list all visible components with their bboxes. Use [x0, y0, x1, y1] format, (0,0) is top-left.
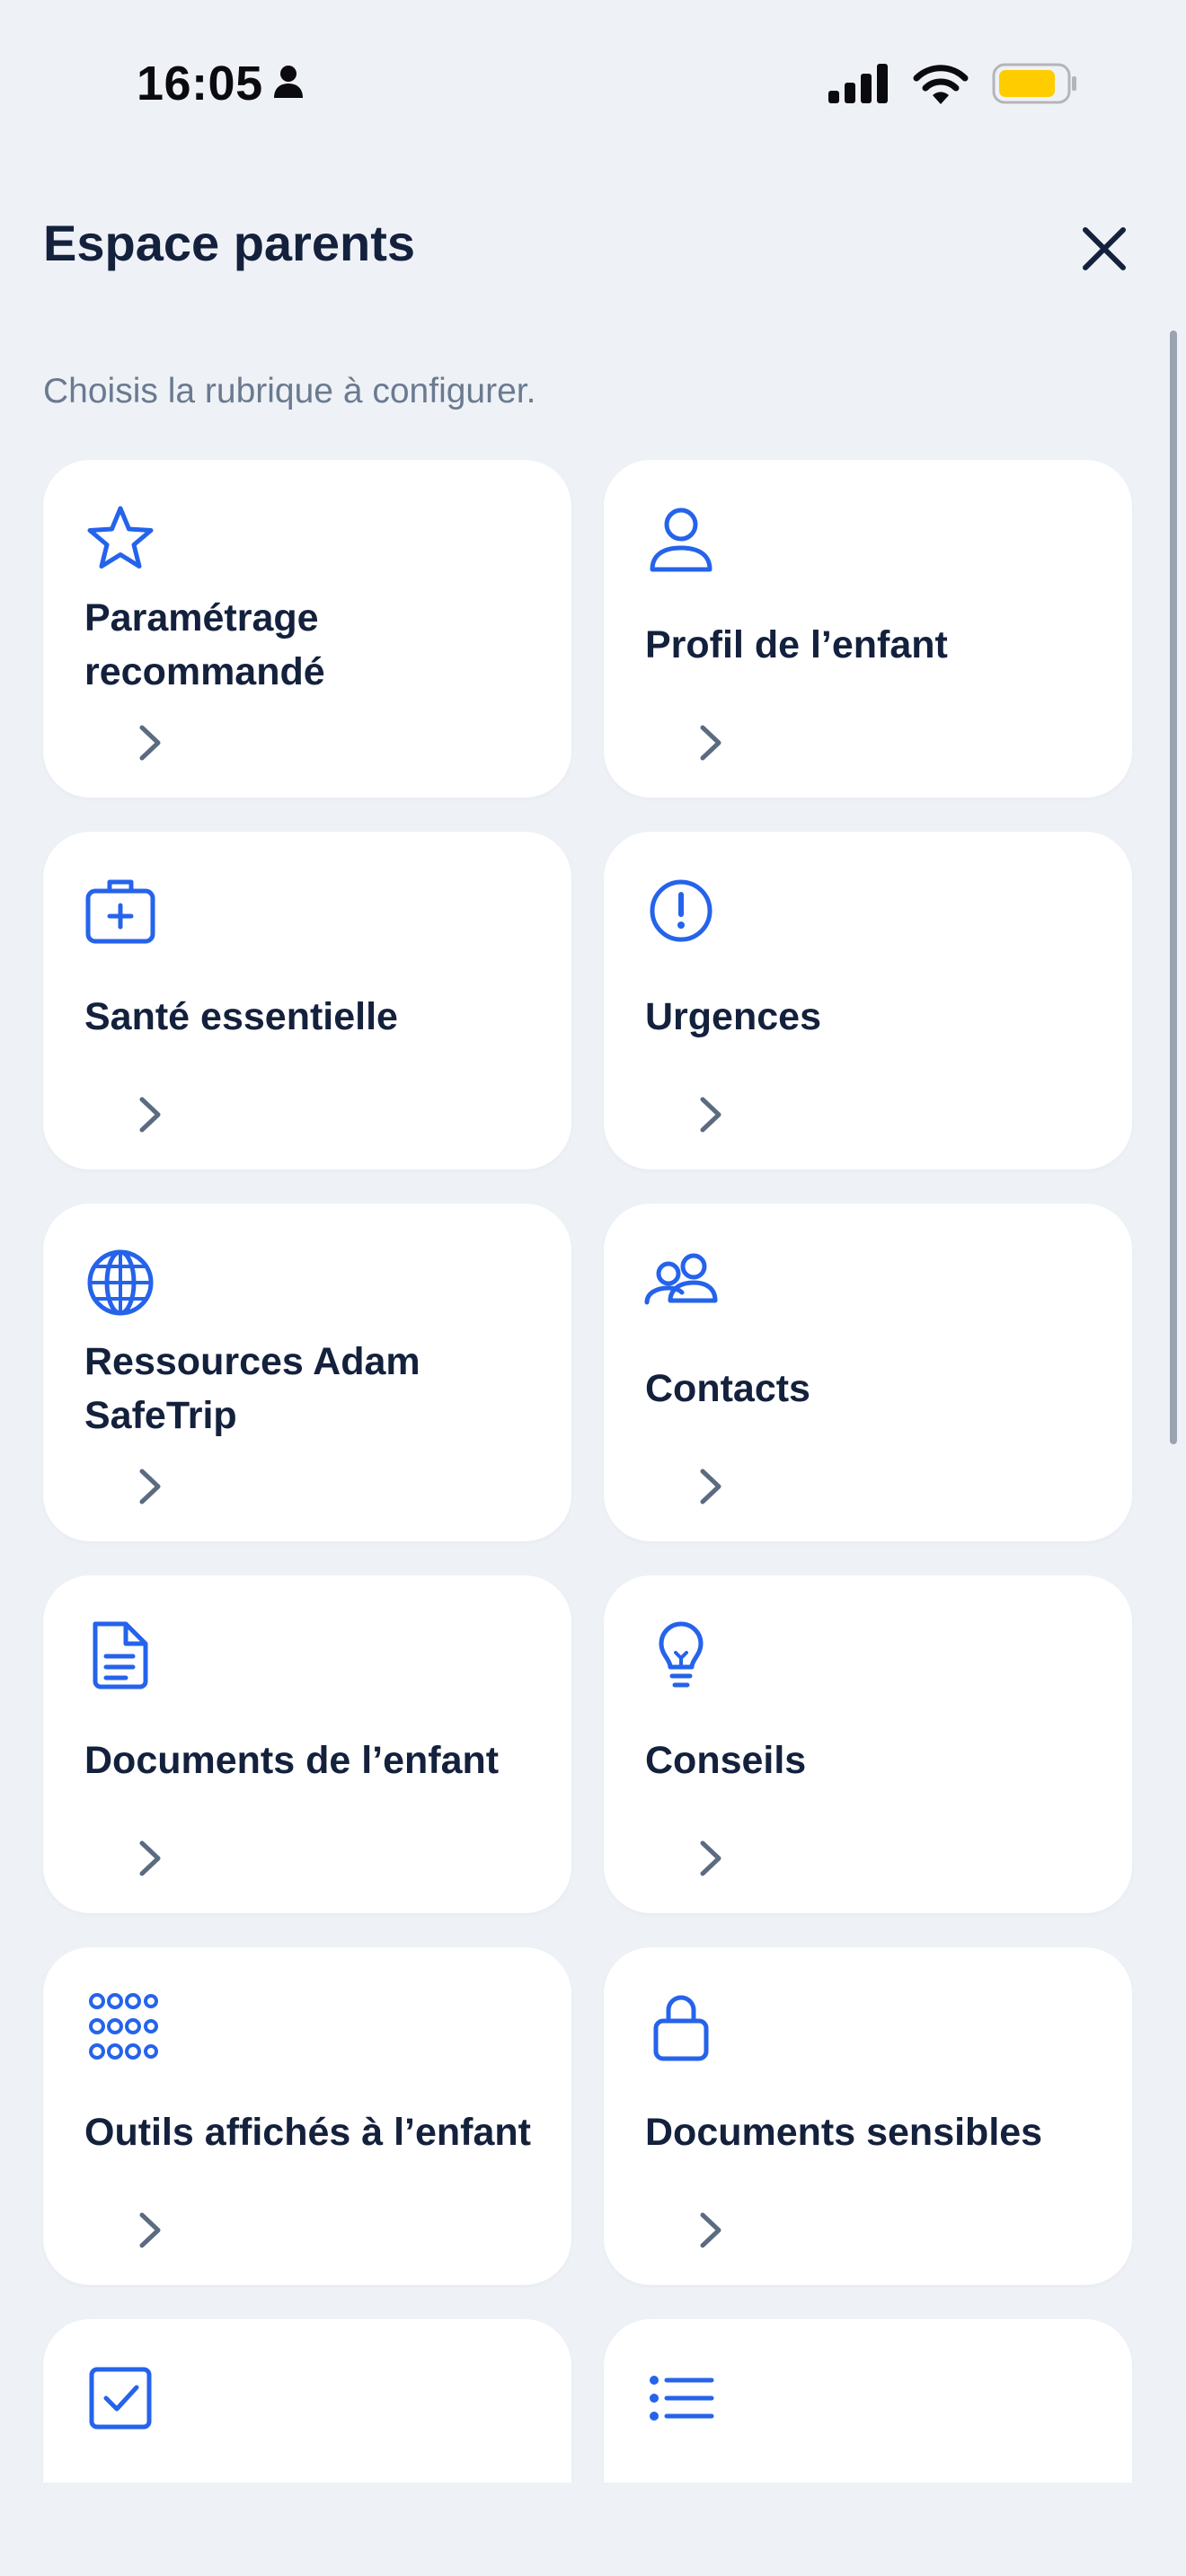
person-icon — [272, 56, 305, 111]
status-time: 16:05 — [137, 56, 305, 111]
users-icon — [643, 1245, 719, 1320]
grid-dots-icon — [83, 1989, 158, 2064]
star-icon — [83, 501, 158, 577]
card-essential-health[interactable]: Santé essentielle — [43, 832, 571, 1169]
card-label — [84, 2448, 535, 2483]
sections-scroll-area[interactable]: Paramétrage recommandé Profil de l’enfan… — [0, 460, 1186, 2483]
chevron-right-icon — [133, 1838, 169, 1879]
card-label: Conseils — [645, 1739, 807, 1782]
card-recommended-settings[interactable]: Paramétrage recommandé — [43, 460, 571, 798]
list-icon — [643, 2360, 719, 2436]
lock-icon — [643, 1989, 719, 2064]
card-safetrip-resources[interactable]: Ressources Adam SafeTrip — [43, 1204, 571, 1541]
card-label: Ressources Adam SafeTrip — [84, 1340, 420, 1437]
card-contacts[interactable]: Contacts — [604, 1204, 1132, 1541]
chevron-right-icon — [133, 1466, 169, 1507]
chevron-right-icon — [133, 722, 169, 763]
battery-icon — [992, 63, 1078, 109]
close-button[interactable] — [1075, 219, 1134, 278]
close-icon — [1083, 227, 1126, 270]
card-emergencies[interactable]: Urgences — [604, 832, 1132, 1169]
chevron-right-icon — [694, 722, 730, 763]
card-child-documents[interactable]: Documents de l’enfant — [43, 1575, 571, 1913]
card-label: Urgences — [645, 995, 821, 1038]
alert-circle-icon — [643, 873, 719, 948]
card-label: Paramétrage recommandé — [84, 596, 325, 693]
card-label: Profil de l’enfant — [645, 623, 948, 666]
lightbulb-icon — [643, 1617, 719, 1692]
status-time-text: 16:05 — [137, 57, 263, 110]
card-list[interactable] — [604, 2319, 1132, 2483]
card-label — [645, 2448, 1096, 2483]
status-bar: 16:05 — [0, 0, 1186, 171]
card-child-profile[interactable]: Profil de l’enfant — [604, 460, 1132, 798]
sections-grid: Paramétrage recommandé Profil de l’enfan… — [43, 460, 1132, 2483]
card-label: Documents sensibles — [645, 2111, 1043, 2154]
page-title: Espace parents — [43, 215, 415, 271]
chevron-right-icon — [133, 2210, 169, 2251]
chevron-right-icon — [694, 1838, 730, 1879]
user-icon — [643, 501, 719, 577]
subtitle: Choisis la rubrique à configurer. — [43, 372, 536, 410]
status-icons — [828, 63, 1078, 109]
card-child-tools[interactable]: Outils affichés à l’enfant — [43, 1947, 571, 2285]
card-advice[interactable]: Conseils — [604, 1575, 1132, 1913]
chevron-right-icon — [694, 1466, 730, 1507]
chevron-right-icon — [694, 2210, 730, 2251]
cellular-signal-icon — [828, 64, 890, 108]
document-icon — [83, 1617, 158, 1692]
medical-kit-icon — [83, 873, 158, 948]
card-label: Outils affichés à l’enfant — [84, 2111, 531, 2154]
card-sensitive-documents[interactable]: Documents sensibles — [604, 1947, 1132, 2285]
card-label: Santé essentielle — [84, 995, 398, 1038]
card-checklist[interactable] — [43, 2319, 571, 2483]
checkbox-icon — [83, 2360, 158, 2436]
wifi-icon — [913, 63, 969, 109]
globe-icon — [83, 1245, 158, 1320]
card-label: Documents de l’enfant — [84, 1739, 500, 1782]
chevron-right-icon — [694, 1094, 730, 1135]
chevron-right-icon — [133, 1094, 169, 1135]
card-label: Contacts — [645, 1367, 810, 1410]
